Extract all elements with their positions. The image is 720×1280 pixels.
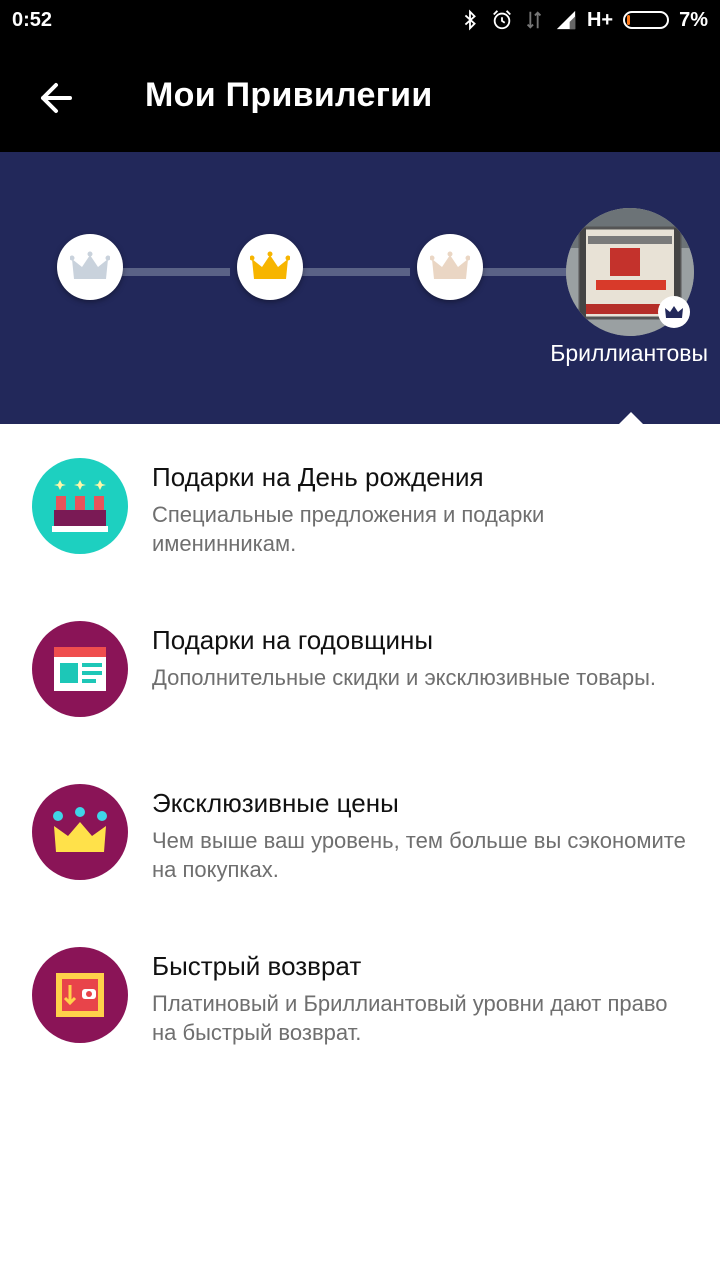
benefit-title: Подарки на годовщины bbox=[152, 625, 434, 655]
arrow-left-icon bbox=[41, 83, 72, 113]
benefit-exclusive-prices[interactable]: Эксклюзивные цены Чем выше ваш уровень, … bbox=[0, 750, 720, 913]
tier-track bbox=[122, 268, 230, 276]
return-box-glyph bbox=[56, 973, 104, 1017]
battery-icon bbox=[623, 11, 670, 29]
tier-platinum[interactable] bbox=[417, 234, 483, 300]
tier-banner: Бриллиантовы bbox=[0, 152, 720, 424]
tier-track bbox=[482, 268, 572, 276]
crown-diamond-icon bbox=[665, 306, 683, 318]
status-icons: H+ 7% bbox=[459, 8, 708, 32]
tier-track bbox=[302, 268, 410, 276]
battery-level bbox=[627, 15, 631, 25]
benefit-title: Подарки на День рождения bbox=[152, 462, 484, 492]
crown-platinum-icon bbox=[430, 251, 470, 279]
benefit-title: Быстрый возврат bbox=[152, 951, 362, 981]
alarm-icon bbox=[493, 10, 511, 30]
app-bar: Мои Привилегии bbox=[0, 40, 720, 152]
benefits-list: Подарки на День рождения Специальные пре… bbox=[0, 424, 720, 1076]
birthday-cake-icon bbox=[32, 458, 128, 554]
web-page-glyph bbox=[54, 647, 106, 691]
bluetooth-icon bbox=[464, 9, 476, 31]
benefit-anniversary[interactable]: Подарки на годовщины Дополнительные скид… bbox=[0, 587, 720, 750]
web-page-icon bbox=[32, 621, 128, 717]
current-tier-label: Бриллиантовы bbox=[550, 340, 708, 366]
return-box-icon bbox=[32, 947, 128, 1043]
tier-silver[interactable] bbox=[57, 234, 123, 300]
data-arrows-icon bbox=[526, 11, 542, 29]
diamond-badge bbox=[658, 296, 690, 328]
crown-silver-icon bbox=[70, 251, 110, 279]
network-type: H+ bbox=[586, 8, 614, 31]
crown-glyph bbox=[53, 807, 107, 852]
crown-gold-icon bbox=[250, 251, 290, 279]
status-bar: 0:52 H+ 7% bbox=[0, 0, 720, 40]
status-time: 0:52 bbox=[12, 9, 53, 31]
benefit-description: Дополнительные скидки и эксклюзивные тов… bbox=[152, 665, 657, 690]
battery-percent: 7% bbox=[679, 8, 708, 31]
benefit-description: Платиновый и Бриллиантовый уровни дают п… bbox=[152, 991, 668, 1045]
benefit-fast-return[interactable]: Быстрый возврат Платиновый и Бриллиантов… bbox=[0, 913, 720, 1076]
page-title: Мои Привилегии bbox=[145, 76, 433, 114]
benefit-description: Специальные предложения и подарки именин… bbox=[152, 502, 545, 556]
tier-gold[interactable] bbox=[237, 234, 303, 300]
signal-icon bbox=[556, 10, 576, 30]
birthday-cake-glyph bbox=[52, 480, 108, 532]
crown-icon bbox=[32, 784, 128, 880]
benefit-title: Эксклюзивные цены bbox=[152, 788, 399, 818]
benefit-description: Чем выше ваш уровень, тем больше вы сэко… bbox=[152, 828, 686, 882]
benefit-birthday[interactable]: Подарки на День рождения Специальные пре… bbox=[0, 424, 720, 587]
back-button[interactable] bbox=[28, 70, 84, 126]
tier-diamond-current[interactable] bbox=[566, 208, 694, 336]
